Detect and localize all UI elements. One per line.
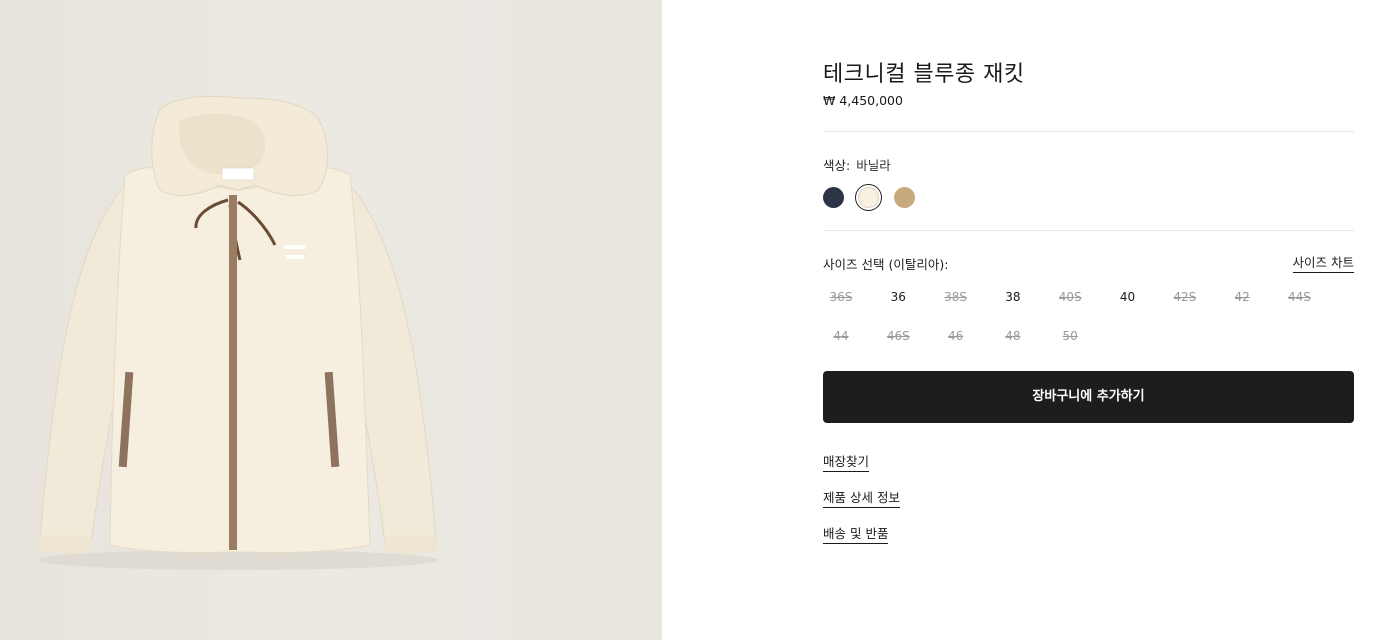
jacket-illustration	[38, 95, 438, 570]
size-option-44s[interactable]: 44S	[1279, 285, 1319, 309]
size-option-40s[interactable]: 40S	[1050, 285, 1090, 309]
product-title: 테크니컬 블루종 재킷	[823, 62, 1025, 87]
color-selector-label: 색상: 바닐라	[823, 155, 891, 174]
size-option-50[interactable]: 50	[1050, 324, 1090, 348]
product-price: ₩ 4,450,000	[823, 93, 903, 108]
color-swatch-beige[interactable]	[894, 187, 915, 208]
size-option-46s[interactable]: 46S	[878, 324, 918, 348]
size-option-40[interactable]: 40	[1108, 285, 1148, 309]
size-selector-label: 사이즈 선택 (이탈리아):	[823, 257, 949, 272]
size-option-38s[interactable]: 38S	[936, 285, 976, 309]
divider	[823, 131, 1354, 132]
product-details-link[interactable]: 제품 상세 정보	[823, 487, 900, 508]
divider	[823, 230, 1354, 231]
add-to-cart-button[interactable]: 장바구니에 추가하기	[823, 371, 1354, 423]
selected-color-value: 바닐라	[856, 158, 891, 173]
size-option-48[interactable]: 48	[993, 324, 1033, 348]
size-option-36[interactable]: 36	[878, 285, 918, 309]
size-option-46[interactable]: 46	[936, 324, 976, 348]
size-option-38[interactable]: 38	[993, 285, 1033, 309]
size-option-42[interactable]: 42	[1222, 285, 1262, 309]
product-image	[0, 0, 662, 640]
color-swatch-vanilla[interactable]	[855, 184, 882, 211]
size-chart-link[interactable]: 사이즈 차트	[1292, 252, 1354, 273]
size-option-42s[interactable]: 42S	[1165, 285, 1205, 309]
color-label: 색상:	[823, 158, 851, 173]
size-option-36s[interactable]: 36S	[821, 285, 861, 309]
shipping-returns-link[interactable]: 배송 및 반품	[823, 523, 889, 544]
color-swatch-navy[interactable]	[823, 187, 844, 208]
store-finder-link[interactable]: 매장찾기	[823, 451, 870, 472]
size-option-44[interactable]: 44	[821, 324, 861, 348]
